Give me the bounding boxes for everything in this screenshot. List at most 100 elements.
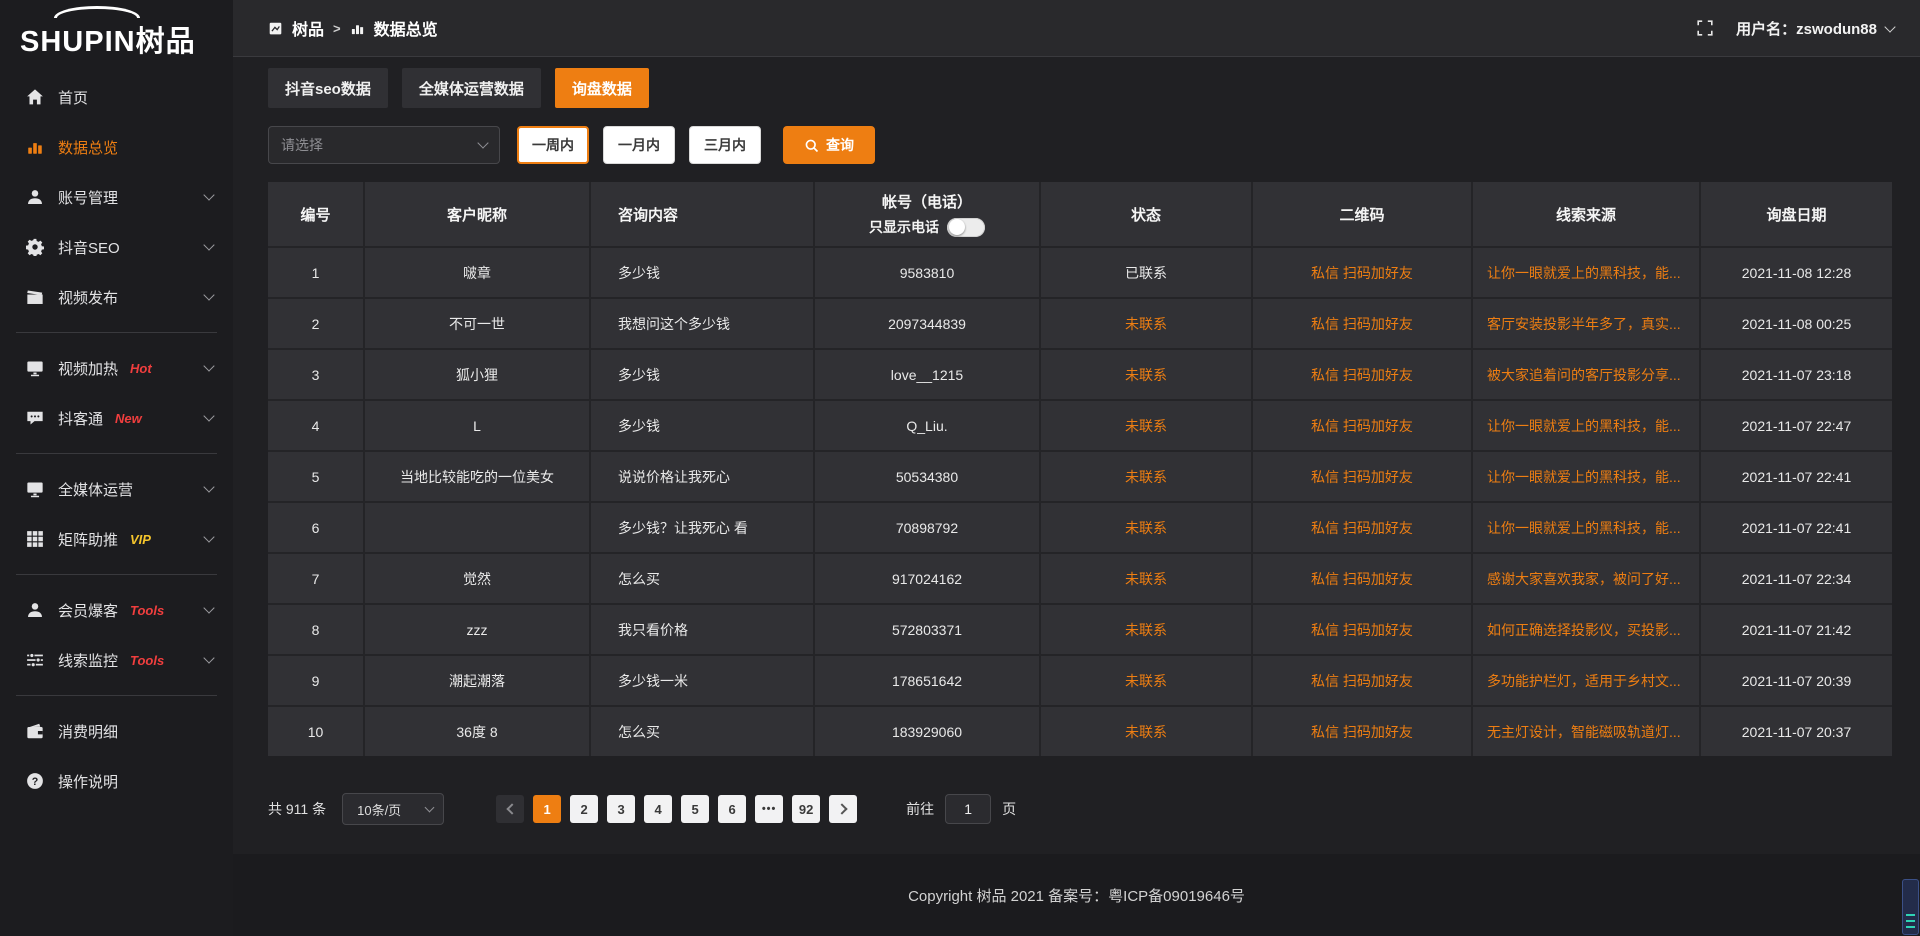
sidebar-item[interactable]: ?操作说明 (0, 756, 233, 806)
breadcrumb-current: 数据总览 (374, 16, 438, 40)
row-id: 5 (268, 452, 363, 501)
sidebar-divider (16, 453, 217, 454)
sidebar-item[interactable]: 首页 (0, 72, 233, 122)
sidebar-item[interactable]: 会员爆客Tools (0, 585, 233, 635)
row-qrcode-link[interactable]: 私信 扫码加好友 (1253, 401, 1471, 450)
sidebar-item[interactable]: 账号管理 (0, 172, 233, 222)
next-page-button[interactable] (829, 795, 857, 823)
row-qrcode-link[interactable]: 私信 扫码加好友 (1253, 350, 1471, 399)
row-nickname (365, 503, 589, 552)
page-footer: Copyright 树品 2021 备案号：粤ICP备09019646号 (233, 854, 1920, 936)
sidebar-item[interactable]: 矩阵助推VIP (0, 514, 233, 564)
floating-widget[interactable] (1902, 879, 1919, 935)
filter-select[interactable]: 请选择 (268, 126, 500, 164)
table-row: 5当地比较能吃的一位美女说说价格让我死心50534380未联系私信 扫码加好友让… (268, 452, 1892, 501)
row-qrcode-link[interactable]: 私信 扫码加好友 (1253, 554, 1471, 603)
table-row: 2不可一世我想问这个多少钱2097344839未联系私信 扫码加好友客厅安装投影… (268, 299, 1892, 348)
logo-arc-decoration (54, 6, 140, 18)
row-account: 917024162 (815, 554, 1039, 603)
row-source-link[interactable]: 客厅安装投影半年多了，真实... (1473, 299, 1699, 348)
row-source-link[interactable]: 让你一眼就爱上的黑科技，能... (1473, 452, 1699, 501)
row-qrcode-link[interactable]: 私信 扫码加好友 (1253, 299, 1471, 348)
sidebar-item[interactable]: 视频发布 (0, 272, 233, 322)
row-content: 多少钱 (591, 401, 813, 450)
table-row: 6多少钱？让我死心 看70898792未联系私信 扫码加好友让你一眼就爱上的黑科… (268, 503, 1892, 552)
phone-only-toggle[interactable] (947, 218, 985, 237)
breadcrumb-root[interactable]: 树品 (292, 16, 324, 40)
page-button[interactable]: 3 (607, 795, 635, 823)
row-qrcode-link[interactable]: 私信 扫码加好友 (1253, 656, 1471, 705)
row-content: 多少钱 (591, 350, 813, 399)
row-source-link[interactable]: 感谢大家喜欢我家，被问了好... (1473, 554, 1699, 603)
pager-ellipsis[interactable]: ••• (755, 795, 783, 823)
row-source-link[interactable]: 如何正确选择投影仪，买投影... (1473, 605, 1699, 654)
row-status: 未联系 (1041, 605, 1251, 654)
period-button[interactable]: 一月内 (603, 126, 675, 164)
sidebar-item[interactable]: 线索监控Tools (0, 635, 233, 685)
table-header-row: 编号客户昵称咨询内容帐号（电话）只显示电话状态二维码线索来源询盘日期 (268, 182, 1892, 246)
tab[interactable]: 抖音seo数据 (268, 68, 388, 108)
page-button[interactable]: 5 (681, 795, 709, 823)
chevron-down-icon (477, 137, 488, 148)
chart-icon (350, 21, 365, 36)
column-header: 状态 (1041, 182, 1251, 246)
row-source-link[interactable]: 被大家追着问的客厅投影分享... (1473, 350, 1699, 399)
search-button[interactable]: 查询 (783, 126, 875, 164)
page-button[interactable]: 4 (644, 795, 672, 823)
page-size-select[interactable]: 10条/页 (342, 793, 444, 825)
top-header: 树品 > 数据总览 用户名：zswodun88 (233, 0, 1920, 57)
row-id: 1 (268, 248, 363, 297)
row-qrcode-link[interactable]: 私信 扫码加好友 (1253, 248, 1471, 297)
sliders-icon (26, 651, 44, 669)
row-source-link[interactable]: 多功能护栏灯，适用于乡村文... (1473, 656, 1699, 705)
row-qrcode-link[interactable]: 私信 扫码加好友 (1253, 503, 1471, 552)
row-date: 2021-11-07 20:37 (1701, 707, 1892, 756)
period-button[interactable]: 一周内 (517, 126, 589, 164)
period-buttons: 一周内一月内三月内 (517, 126, 761, 164)
sidebar-item-badge: VIP (130, 532, 151, 547)
row-source-link[interactable]: 让你一眼就爱上的黑科技，能... (1473, 503, 1699, 552)
row-qrcode-link[interactable]: 私信 扫码加好友 (1253, 452, 1471, 501)
sidebar-item[interactable]: 消费明细 (0, 706, 233, 756)
pager: 123456 ••• 92 (496, 795, 866, 823)
sidebar-item[interactable]: 抖客通New (0, 393, 233, 443)
period-button[interactable]: 三月内 (689, 126, 761, 164)
column-header: 二维码 (1253, 182, 1471, 246)
row-source-link[interactable]: 让你一眼就爱上的黑科技，能... (1473, 248, 1699, 297)
sidebar-item[interactable]: 数据总览 (0, 122, 233, 172)
user-menu[interactable]: 用户名：zswodun88 (1736, 18, 1894, 39)
sidebar-item[interactable]: 视频加热Hot (0, 343, 233, 393)
page-button[interactable]: 6 (718, 795, 746, 823)
brand-logo-text: SHUPIN树品 (20, 18, 233, 60)
column-header: 编号 (268, 182, 363, 246)
row-qrcode-link[interactable]: 私信 扫码加好友 (1253, 605, 1471, 654)
row-source-link[interactable]: 让你一眼就爱上的黑科技，能... (1473, 401, 1699, 450)
page-button[interactable]: 92 (792, 795, 820, 823)
page-button[interactable]: 2 (570, 795, 598, 823)
sidebar-item-badge: Tools (130, 653, 164, 668)
goto-page: 前往 页 (906, 794, 1016, 824)
row-content: 我只看价格 (591, 605, 813, 654)
brand-name-cn: 树品 (136, 26, 196, 58)
sidebar-divider (16, 574, 217, 575)
row-content: 怎么买 (591, 554, 813, 603)
row-source-link[interactable]: 无主灯设计，智能磁吸轨道灯... (1473, 707, 1699, 756)
fullscreen-icon[interactable] (1696, 19, 1714, 37)
row-nickname: 啵章 (365, 248, 589, 297)
sidebar-item-label: 抖客通 (58, 408, 103, 429)
sidebar-item[interactable]: 全媒体运营 (0, 464, 233, 514)
sidebar-item[interactable]: 抖音SEO (0, 222, 233, 272)
tab[interactable]: 询盘数据 (555, 68, 649, 108)
tab[interactable]: 全媒体运营数据 (402, 68, 541, 108)
page-button[interactable]: 1 (533, 795, 561, 823)
phone-toggle-row: 只显示电话 (869, 217, 985, 237)
goto-page-input[interactable] (945, 794, 991, 824)
chevron-right-icon (836, 803, 847, 814)
sidebar: SHUPIN树品 首页数据总览账号管理抖音SEO视频发布视频加热Hot抖客通Ne… (0, 0, 233, 936)
search-icon (804, 138, 819, 153)
row-content: 多少钱？让我死心 看 (591, 503, 813, 552)
table-row: 1036度 8怎么买183929060未联系私信 扫码加好友无主灯设计，智能磁吸… (268, 707, 1892, 756)
row-status: 未联系 (1041, 401, 1251, 450)
row-qrcode-link[interactable]: 私信 扫码加好友 (1253, 707, 1471, 756)
prev-page-button[interactable] (496, 795, 524, 823)
